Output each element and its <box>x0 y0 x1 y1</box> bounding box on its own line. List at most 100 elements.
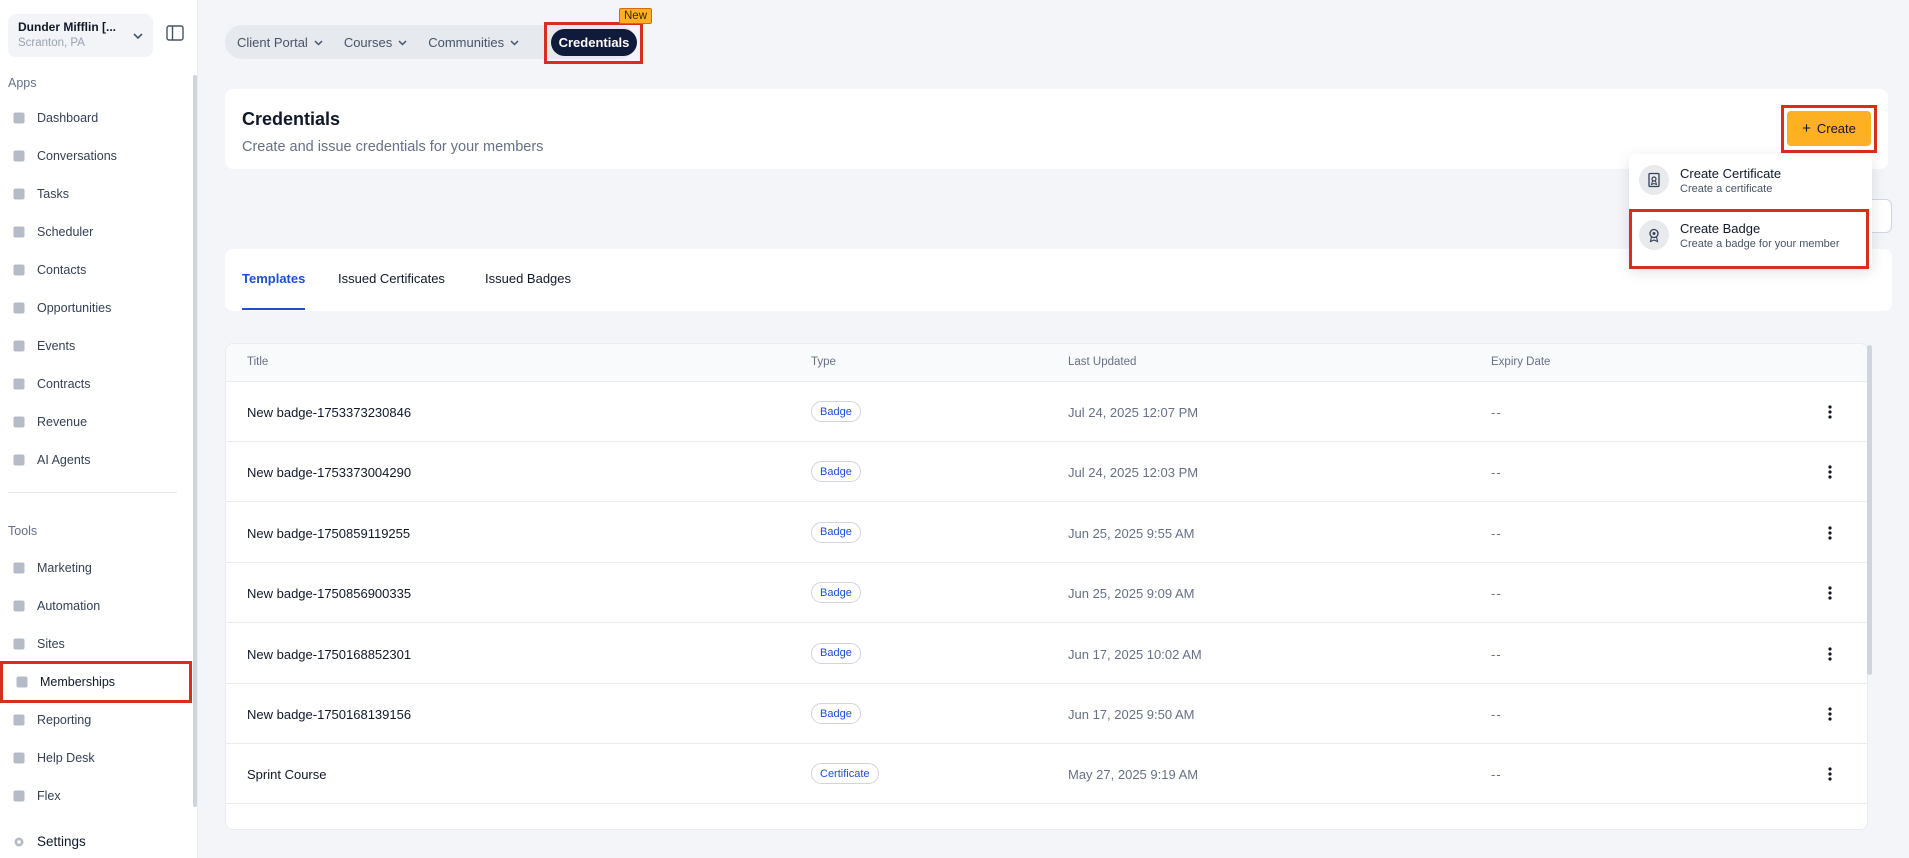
row-title[interactable]: New badge-1750856900335 <box>247 586 411 601</box>
tab-communities[interactable]: Communities <box>428 35 520 50</box>
row-expiry: -- <box>1491 405 1502 420</box>
row-last-updated: Jun 25, 2025 9:09 AM <box>1068 586 1195 602</box>
table-row[interactable]: New badge-1750859119255 Badge Jun 25, 2025… <box>226 503 1867 563</box>
row-expiry: -- <box>1491 586 1502 602</box>
sidebar-item-automation[interactable]: Automation <box>0 589 192 623</box>
col-title[interactable]: Title <box>247 356 268 368</box>
tab-courses[interactable]: Courses <box>344 35 408 50</box>
sidebar-item-conversations[interactable]: Conversations <box>0 139 192 173</box>
chevron-down-icon <box>398 39 407 46</box>
plus-icon: + <box>1802 120 1811 137</box>
table-row[interactable]: New badge-1750168139156 Badge Jun 17, 2025… <box>226 684 1867 744</box>
create-button-label: Create <box>1816 121 1856 136</box>
sidebar-divider <box>8 492 177 493</box>
sidebar-item-settings[interactable]: Settings <box>0 834 86 849</box>
sidebar-collapse-icon[interactable] <box>166 25 184 41</box>
tab-credentials[interactable]: Credentials <box>551 29 637 56</box>
row-last-updated: Jun 17, 2025 10:02 AM <box>1068 646 1202 662</box>
table-row[interactable]: New badge-1753373230846 Badge Jul 24, 2025… <box>226 382 1867 442</box>
card-icon <box>12 415 26 429</box>
more-vertical-icon[interactable] <box>1826 766 1834 782</box>
sidebar-item-contacts[interactable]: Contacts <box>0 253 192 287</box>
sidebar-item-events[interactable]: Events <box>0 329 192 363</box>
new-badge: New <box>619 8 653 24</box>
sidebar: Dunder Mifflin [... Scranton, PA Apps Da… <box>0 0 198 858</box>
sidebar-item-opportunities[interactable]: Opportunities <box>0 291 192 325</box>
sidebar-item-label: Reporting <box>37 713 92 727</box>
sidebar-item-contracts[interactable]: Contracts <box>0 367 192 401</box>
sidebar-item-flex[interactable]: Flex <box>0 779 192 813</box>
table-scrollbar[interactable] <box>1867 345 1872 675</box>
row-last-updated: Jul 24, 2025 12:07 PM <box>1068 405 1199 420</box>
more-vertical-icon[interactable] <box>1826 706 1834 722</box>
sidebar-item-revenue[interactable]: Revenue <box>0 405 192 439</box>
event-icon <box>12 339 26 353</box>
sidebar-item-ai-agents[interactable]: AI Agents <box>0 443 192 477</box>
sidebar-item-label: Conversations <box>37 149 117 163</box>
table-row[interactable]: Sprint Course Certificate May 27, 2025 9:1… <box>226 744 1867 805</box>
more-vertical-icon[interactable] <box>1826 404 1834 420</box>
table-row[interactable]: New badge-1750168852301 Badge Jun 17, 2025… <box>226 624 1867 684</box>
more-vertical-icon[interactable] <box>1826 585 1834 601</box>
row-expiry: -- <box>1491 707 1502 722</box>
sidebar-item-sites[interactable]: Sites <box>0 627 192 661</box>
col-expiry-date[interactable]: Expiry Date <box>1491 356 1550 368</box>
tab-communities-label: Communities <box>428 34 505 50</box>
row-title[interactable]: Sprint Course <box>247 767 326 782</box>
table-row[interactable]: New badge-1753373004290 Badge Jul 24, 2025… <box>226 442 1867 503</box>
sidebar-item-reporting[interactable]: Reporting <box>0 703 192 737</box>
target-icon <box>12 301 26 315</box>
calendar-icon <box>12 225 26 239</box>
menu-item-create-certificate[interactable]: Create Certificate Create a certificate <box>1629 154 1872 206</box>
row-title[interactable]: New badge-1750168852301 <box>247 647 411 662</box>
table-row[interactable]: New badge-1750856900335 Badge Jun 25, 2025… <box>226 563 1867 624</box>
row-expiry: -- <box>1491 525 1502 541</box>
chevron-down-icon <box>314 39 323 46</box>
create-button[interactable]: + Create <box>1787 111 1871 146</box>
sidebar-item-label: Events <box>37 339 76 353</box>
row-title[interactable]: New badge-1750859119255 <box>247 526 410 541</box>
sidebar-scrollbar[interactable] <box>193 75 197 807</box>
page-subtitle: Create and issue credentials for your me… <box>242 139 544 155</box>
sidebar-item-dashboard[interactable]: Dashboard <box>0 101 192 135</box>
chevron-down-icon <box>510 39 519 46</box>
create-certificate-desc: Create a certificate <box>1680 182 1773 195</box>
type-badge: Badge <box>811 461 861 483</box>
row-expiry: -- <box>1491 646 1502 662</box>
sidebar-item-label: Tasks <box>37 187 69 201</box>
row-title[interactable]: New badge-1753373230846 <box>247 405 411 420</box>
tab-client-portal[interactable]: Client Portal <box>237 35 324 50</box>
chevron-down-icon <box>133 33 143 40</box>
location-switcher[interactable]: Dunder Mifflin [... Scranton, PA <box>8 14 153 57</box>
members-icon <box>15 675 29 689</box>
more-vertical-icon[interactable] <box>1826 464 1834 480</box>
sidebar-item-label: Contacts <box>37 263 87 277</box>
sidebar-item-label: Revenue <box>37 415 88 429</box>
col-last-updated[interactable]: Last Updated <box>1068 356 1136 368</box>
more-vertical-icon[interactable] <box>1826 646 1834 662</box>
sidebar-item-help-desk[interactable]: Help Desk <box>0 741 192 775</box>
sidebar-item-tasks[interactable]: Tasks <box>0 177 192 211</box>
tab-issued-certificates[interactable]: Issued Certificates <box>338 271 445 286</box>
person-icon <box>12 263 26 277</box>
type-badge: Badge <box>811 582 861 604</box>
dashboard-icon <box>12 111 26 125</box>
sidebar-item-memberships[interactable]: Memberships <box>0 661 192 703</box>
active-tab-indicator <box>242 308 305 310</box>
sidebar-item-scheduler[interactable]: Scheduler <box>0 215 192 249</box>
sidebar-item-label: AI Agents <box>37 453 91 467</box>
document-icon <box>12 377 26 391</box>
tab-issued-badges[interactable]: Issued Badges <box>485 271 571 286</box>
type-badge: Badge <box>811 401 861 422</box>
row-title[interactable]: New badge-1750168139156 <box>247 707 411 722</box>
templates-table: Title Type Last Updated Expiry Date New … <box>225 343 1868 830</box>
row-expiry: -- <box>1491 465 1502 481</box>
sidebar-item-marketing[interactable]: Marketing <box>0 551 192 585</box>
row-last-updated: Jul 24, 2025 12:03 PM <box>1068 465 1199 481</box>
row-last-updated: Jun 17, 2025 9:50 AM <box>1068 707 1195 722</box>
col-type[interactable]: Type <box>811 356 836 368</box>
globe-icon <box>12 637 26 651</box>
row-title[interactable]: New badge-1753373004290 <box>247 465 411 480</box>
tab-templates[interactable]: Templates <box>242 271 305 286</box>
more-vertical-icon[interactable] <box>1826 525 1834 541</box>
